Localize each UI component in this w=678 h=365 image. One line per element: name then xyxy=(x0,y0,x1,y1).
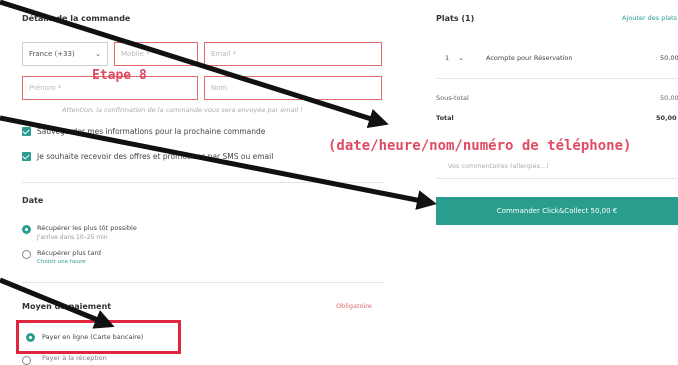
annotation-arrows xyxy=(0,0,437,329)
arrow-to-cart xyxy=(0,0,389,129)
arrow-to-cta xyxy=(0,115,437,210)
arrow-to-payment xyxy=(0,277,115,329)
